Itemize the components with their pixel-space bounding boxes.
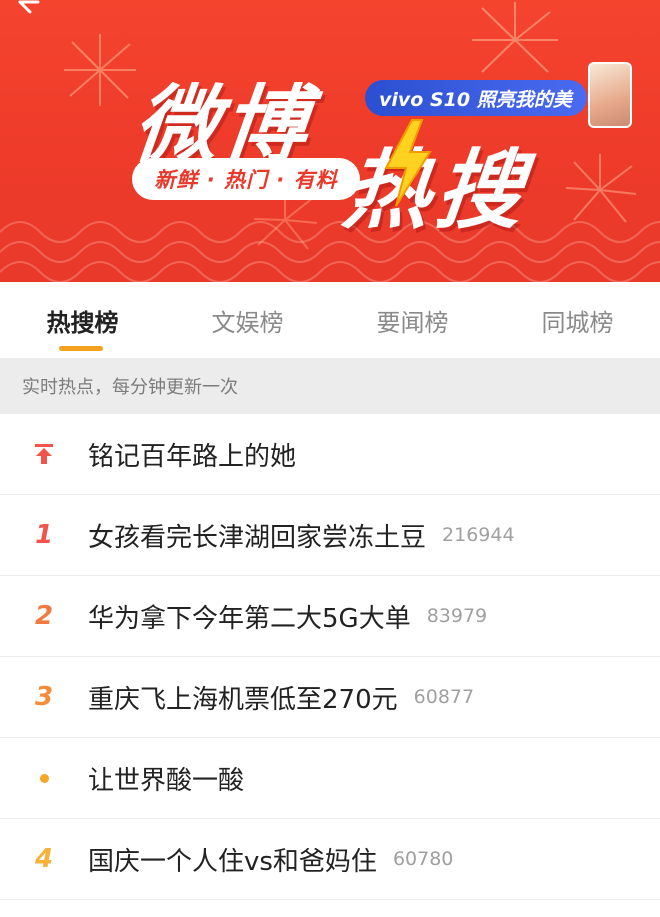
hot-search-banner: 微博 热搜 新鲜 · 热门 · 有料 vivo S10 照亮我的美 — [0, 0, 660, 282]
sponsor-ad-pill[interactable]: vivo S10 照亮我的美 — [365, 80, 587, 116]
tab-hot-search[interactable]: 热搜榜 — [0, 282, 165, 358]
topic-title: 让世界酸一酸 — [88, 765, 245, 796]
firework-decoration-icon — [64, 34, 136, 106]
topic-title: 女孩看完长津湖回家尝冻土豆 — [88, 522, 427, 553]
list-item[interactable]: 铭记百年路上的她 — [0, 414, 660, 495]
sponsor-ad-text: vivo S10 照亮我的美 — [379, 88, 572, 111]
rank-cell — [0, 443, 88, 465]
rank-cell — [0, 773, 88, 783]
tab-label: 文娱榜 — [211, 308, 284, 337]
lightning-bolt-icon — [384, 119, 432, 207]
list-item[interactable]: 让世界酸一酸 — [0, 738, 660, 819]
tab-label: 同城榜 — [541, 308, 614, 337]
pin-top-icon — [35, 444, 53, 464]
tab-label: 热搜榜 — [46, 308, 119, 337]
banner-slogan-pill: 新鲜 · 热门 · 有料 — [132, 158, 360, 200]
update-notice-bar: 实时热点，每分钟更新一次 — [0, 358, 660, 414]
list-item[interactable]: 2 华为拿下今年第二大5G大单 83979 — [0, 576, 660, 657]
heat-count: 60780 — [392, 848, 454, 870]
wave-pattern-decoration — [0, 221, 660, 282]
heat-count: 60877 — [413, 686, 475, 708]
topic-title: 国庆一个人住vs和爸妈住 — [88, 846, 377, 877]
active-tab-indicator — [58, 346, 103, 351]
tab-local[interactable]: 同城榜 — [495, 282, 660, 358]
sponsor-phone-image[interactable] — [588, 62, 632, 128]
next-list-item-partial — [0, 900, 660, 917]
list-item[interactable]: 3 重庆飞上海机票低至270元 60877 — [0, 657, 660, 738]
list-item[interactable]: 4 国庆一个人住vs和爸妈住 60780 — [0, 819, 660, 900]
hot-search-list: 铭记百年路上的她 1 女孩看完长津湖回家尝冻土豆 216944 2 华为拿下今年… — [0, 414, 660, 900]
back-arrow-icon[interactable] — [18, 0, 44, 14]
topic-title: 重庆飞上海机票低至270元 — [88, 684, 398, 715]
ranking-tabs: 热搜榜 文娱榜 要闻榜 同城榜 — [0, 282, 660, 358]
heat-count: 83979 — [426, 605, 488, 627]
banner-slogan-text: 新鲜 · 热门 · 有料 — [154, 168, 338, 192]
topic-title: 铭记百年路上的她 — [88, 441, 297, 472]
update-notice-text: 实时热点，每分钟更新一次 — [22, 377, 238, 398]
firework-decoration-icon — [472, 2, 558, 73]
rank-number: 2 — [34, 601, 54, 631]
dot-icon — [39, 773, 49, 783]
topic-title: 华为拿下今年第二大5G大单 — [88, 603, 411, 634]
tab-label: 要闻榜 — [376, 308, 449, 337]
rank-number: 1 — [34, 520, 54, 550]
heat-count: 216944 — [442, 524, 515, 546]
rank-number: 4 — [34, 844, 54, 874]
list-item[interactable]: 1 女孩看完长津湖回家尝冻土豆 216944 — [0, 495, 660, 576]
rank-number: 3 — [34, 682, 54, 712]
tab-entertainment[interactable]: 文娱榜 — [165, 282, 330, 358]
tab-news[interactable]: 要闻榜 — [330, 282, 495, 358]
